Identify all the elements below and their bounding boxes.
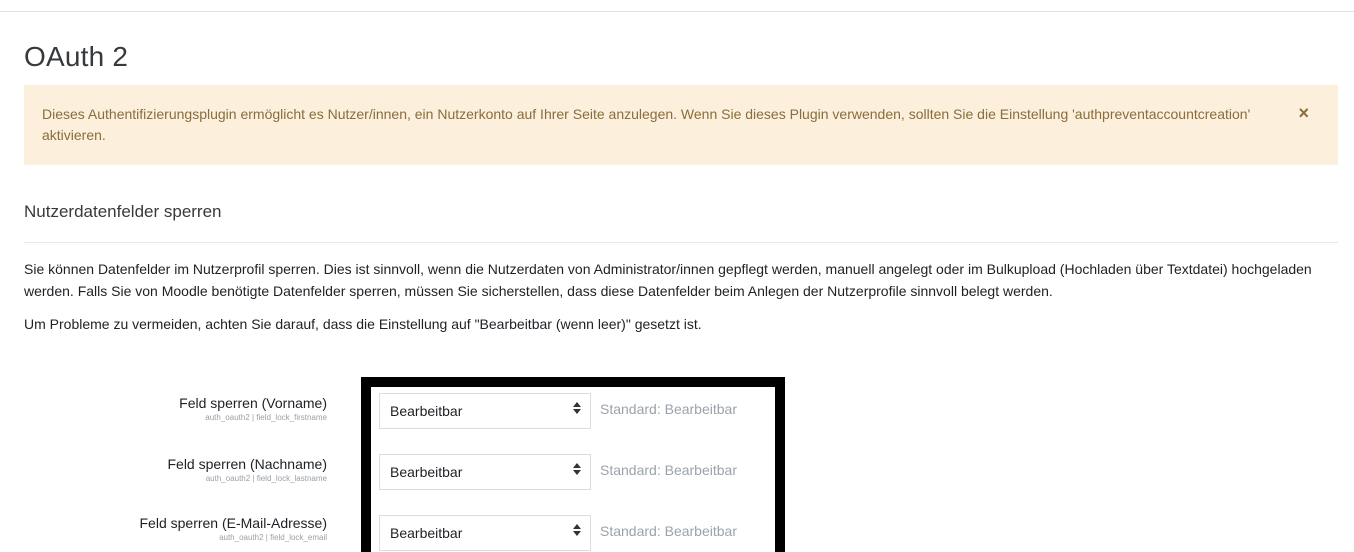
setting-label-lastname: Feld sperren (Nachname) auth_oauth2 | fi… bbox=[167, 455, 327, 485]
section-divider bbox=[24, 242, 1338, 243]
sort-arrows-icon bbox=[573, 402, 581, 414]
setting-label-firstname: Feld sperren (Vorname) auth_oauth2 | fie… bbox=[179, 394, 327, 424]
firstname-lock-select[interactable]: Bearbeitbar bbox=[379, 393, 591, 429]
select-value: Bearbeitbar bbox=[390, 464, 463, 480]
setting-label-email: Feld sperren (E-Mail-Adresse) auth_oauth… bbox=[140, 514, 328, 544]
setting-title: Feld sperren (Vorname) bbox=[179, 395, 327, 411]
warning-alert: Dieses Authentifizierungsplugin ermöglic… bbox=[24, 85, 1338, 165]
top-divider bbox=[0, 11, 1354, 12]
default-value-text: Standard: Bearbeitbar bbox=[600, 462, 737, 478]
lastname-lock-select[interactable]: Bearbeitbar bbox=[379, 454, 591, 490]
setting-title: Feld sperren (E-Mail-Adresse) bbox=[139, 515, 328, 531]
email-lock-select[interactable]: Bearbeitbar bbox=[379, 515, 591, 551]
setting-key: auth_oauth2 | field_lock_firstname bbox=[205, 413, 327, 422]
description-paragraph: Sie können Datenfelder im Nutzerprofil s… bbox=[24, 261, 1312, 299]
default-value-text: Standard: Bearbeitbar bbox=[600, 401, 737, 417]
highlight-frame: Bearbeitbar Standard: Bearbeitbar Bearbe… bbox=[361, 377, 785, 552]
setting-key: auth_oauth2 | field_lock_email bbox=[219, 533, 327, 542]
close-icon[interactable]: × bbox=[1298, 103, 1309, 123]
description-paragraph: Um Probleme zu vermeiden, achten Sie dar… bbox=[24, 316, 702, 332]
select-value: Bearbeitbar bbox=[390, 525, 463, 541]
setting-key: auth_oauth2 | field_lock_lastname bbox=[205, 474, 327, 483]
sort-arrows-icon bbox=[573, 463, 581, 475]
page-title: OAuth 2 bbox=[24, 41, 129, 72]
default-value-text: Standard: Bearbeitbar bbox=[600, 523, 737, 539]
select-value: Bearbeitbar bbox=[390, 403, 463, 419]
section-description: Sie können Datenfelder im Nutzerprofil s… bbox=[24, 258, 1324, 346]
section-heading: Nutzerdatenfelder sperren bbox=[24, 202, 222, 221]
highlight-content: Bearbeitbar Standard: Bearbeitbar Bearbe… bbox=[371, 387, 775, 552]
alert-message: Dieses Authentifizierungsplugin ermöglic… bbox=[42, 106, 1251, 143]
setting-title: Feld sperren (Nachname) bbox=[167, 456, 327, 472]
sort-arrows-icon bbox=[573, 524, 581, 536]
